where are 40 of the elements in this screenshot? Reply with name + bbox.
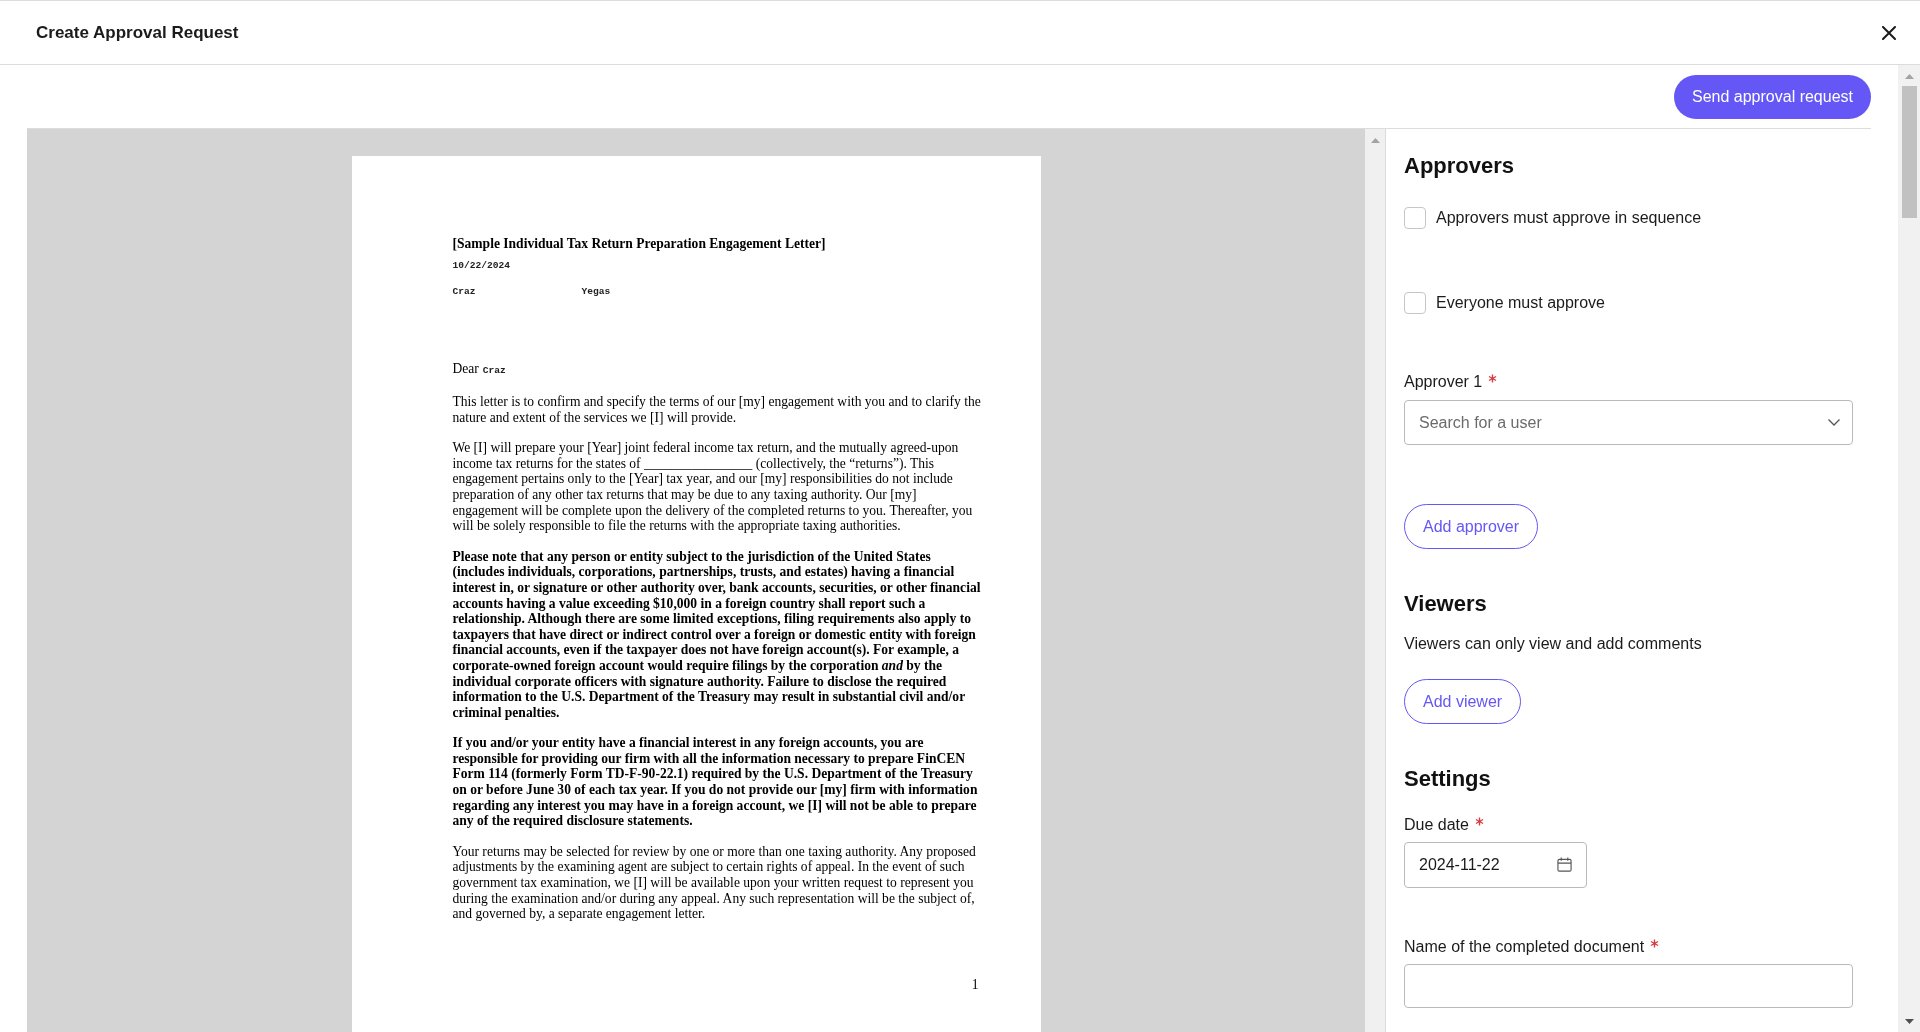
letter-paragraph: Your returns may be selected for review by one or more than one taxing authority. Any proposed adjustments by the examining agent are subject to certain rights of appeal. In the event of such government tax examination, we [I] will be available upon your written request to represent you during the examination and/or during any appeal. Any such representation will be the subject of, and governed by, a separate engagement letter.	[452, 843, 977, 922]
arrow-up-icon[interactable]	[1904, 74, 1914, 79]
salutation-text: Dear	[452, 361, 479, 377]
section-heading: Settings	[1404, 765, 1491, 793]
close-button[interactable]	[1882, 25, 1896, 40]
checkbox[interactable]	[1404, 292, 1426, 314]
checkbox-label: Everyone must approve	[1436, 293, 1605, 313]
section-heading: Approvers	[1404, 152, 1515, 180]
window-title: Create Approval Request	[36, 22, 239, 43]
close-icon	[1882, 25, 1896, 40]
date-field[interactable]: 2024-11-22	[1404, 842, 1587, 888]
checkbox[interactable]	[1404, 207, 1426, 229]
user-search-field[interactable]: Search for a user	[1404, 400, 1853, 445]
letter-paragraph: This letter is to confirm and specify the terms of our [my] engagement with you and to clarify the nature and extent of the services we [I] will provide.	[452, 394, 982, 426]
field-value: Craz	[452, 286, 476, 298]
send-button[interactable]: Send approval request	[1674, 74, 1871, 119]
field-label: Name of the completed document	[1404, 937, 1645, 957]
scrollbar-thumb[interactable]	[1901, 86, 1917, 218]
document-title: [Sample Individual Tax Return Preparation Engagement Letter]	[452, 236, 826, 251]
section-heading: Viewers	[1404, 590, 1487, 618]
letter-paragraph: We [I] will prepare your [Year] joint federal income tax return, and the mutually agreed-upon income tax returns for the states of ________________ (collectively, the “returns”). This engagement pertains only to the [Year] tax year, and our [my] responsibilities do not include preparation of any other tax returns that may be due to any taxing authority. Our [my] engagement will be complete upon the delivery of the completed returns to you. Thereafter, you will be solely responsible to file the returns with the appropriate taxing authorities.	[452, 440, 974, 534]
letter-paragraph: Please note that any person or entity subject to the jurisdiction of the United States (includes individuals, corporations, partnerships, trusts, and estates) having a financial interest in, or signature or other authority over, bank accounts, securities, or other financial accounts having a value exceeding $10,000 in a foreign country shall report such a relationship. Although there are some limited exceptions, filing requirements also apply to taxpayers that have direct or indirect control over a foreign or domestic entity with foreign financial accounts, even if the taxpayer does not have foreign account(s). For example, a corporate-owned foreign account would require filings by the corporation and by the individual corporate officers with signature authority. Failure to disclose the required information to the U.S. Department of the Treasury may result in substantial civil and/or criminal penalties.	[452, 548, 982, 721]
section-description: Viewers can only view and add comments	[1404, 634, 1702, 654]
calendar-icon[interactable]	[1557, 857, 1572, 872]
field-label: Approver 1	[1404, 372, 1483, 392]
add-approver-button[interactable]: Add approver	[1404, 504, 1539, 549]
arrow-down-icon[interactable]	[1904, 1019, 1914, 1024]
scrollbar[interactable]	[1898, 65, 1920, 1032]
field-value: Craz	[482, 364, 506, 378]
document-date: 10/22/2024	[452, 260, 511, 271]
page-number: 1	[971, 976, 979, 993]
checkbox-label: Approvers must approve in sequence	[1436, 208, 1702, 228]
arrow-up-icon[interactable]	[1370, 138, 1380, 143]
scrollbar[interactable]	[1365, 129, 1386, 1032]
field-value: Yegas	[581, 286, 611, 298]
letter-paragraph: If you and/or your entity have a financial interest in any foreign accounts, you are responsible for providing our firm with all the information necessary to prepare FinCEN Form 114 (formerly Form TD-F-90-22.1) required by the U.S. Department of the Treasury on or before June 30 of each tax year. If you do not provide our [my] firm with information regarding any interest you may have in a foreign account, we [I] will not be able to prepare any of the required disclosure statements.	[452, 735, 979, 829]
add-viewer-button[interactable]: Add viewer	[1404, 679, 1522, 724]
chevron-down-icon[interactable]	[1828, 419, 1840, 426]
field-label: Due date	[1404, 815, 1469, 835]
document-name-field[interactable]	[1404, 964, 1853, 1008]
